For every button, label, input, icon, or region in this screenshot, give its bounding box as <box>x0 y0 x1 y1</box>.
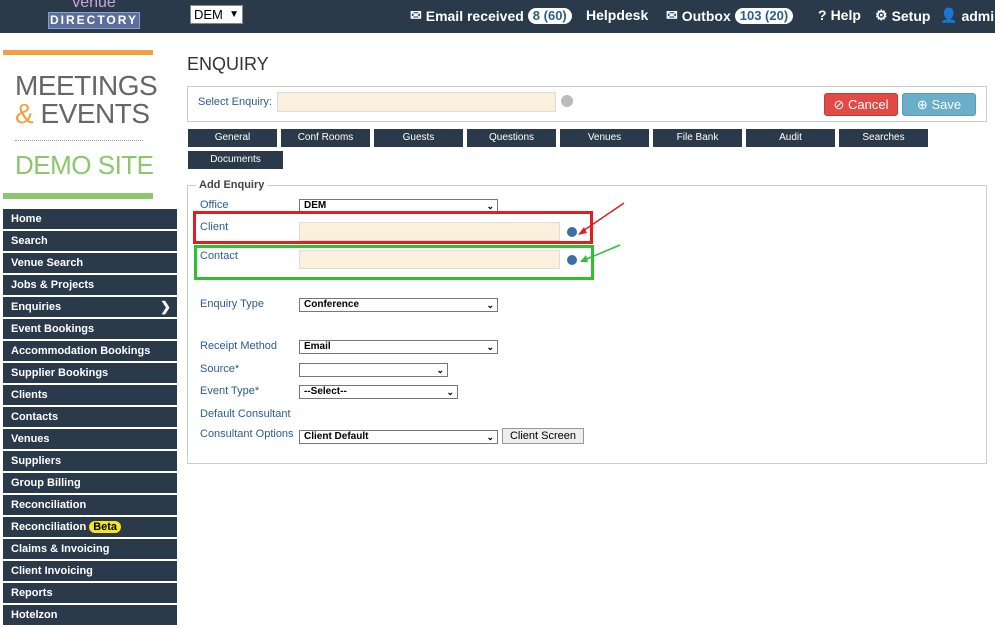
consultant-options-dropdown[interactable]: Client Default ⌄ <box>299 430 498 444</box>
chevron-down-icon: ⌄ <box>446 387 454 397</box>
brand-dotted-divider <box>15 140 143 141</box>
red-arrow <box>579 202 625 234</box>
select-enquiry-label: Select Enquiry: <box>198 96 272 108</box>
receipt-method-label: Receipt Method <box>200 340 278 352</box>
sidebar-item-event-bookings[interactable]: Event Bookings <box>3 319 177 339</box>
helpdesk-label: Helpdesk <box>586 7 649 23</box>
tab-audit[interactable]: Audit <box>746 129 835 147</box>
tab-conf-rooms[interactable]: Conf Rooms <box>281 129 370 147</box>
green-arrow <box>581 244 621 262</box>
setup-link[interactable]: ⚙ Setup <box>875 7 930 24</box>
brand-ampersand: & <box>15 98 34 129</box>
tab-file-bank[interactable]: File Bank <box>653 129 742 147</box>
brand-divider-orange <box>3 50 153 55</box>
outbox-link[interactable]: ✉ Outbox 103 (20) <box>666 7 794 24</box>
green-arrowhead <box>580 255 588 262</box>
office-selector-value: DEM <box>194 7 223 22</box>
add-enquiry-legend: Add Enquiry <box>196 179 268 191</box>
top-navbar: venue DIRECTORY DEM ▼ ✉ Email received 8… <box>0 0 995 33</box>
enquiry-type-label: Enquiry Type <box>200 298 265 310</box>
sidebar-item-client-invoicing[interactable]: Client Invoicing <box>3 561 177 581</box>
red-arrowhead <box>578 227 587 235</box>
sidebar-item-venue-search[interactable]: Venue Search <box>3 253 177 273</box>
sidebar-item-suppliers[interactable]: Suppliers <box>3 451 177 471</box>
office-selector[interactable]: DEM ▼ <box>190 5 243 24</box>
client-highlight-box <box>193 211 593 244</box>
chevron-down-icon: ⌄ <box>436 365 444 375</box>
sidebar-item-venues[interactable]: Venues <box>3 429 177 449</box>
outbox-count-badge: 103 (20) <box>734 7 794 24</box>
logo-bottom-text: DIRECTORY <box>48 12 140 29</box>
sidebar-item-claims-invoicing[interactable]: Claims & Invoicing <box>3 539 177 559</box>
helpdesk-link[interactable]: Helpdesk <box>586 7 648 23</box>
receipt-method-dropdown[interactable]: Email ⌄ <box>299 340 498 354</box>
tab-guests[interactable]: Guests <box>374 129 463 147</box>
tab-documents[interactable]: Documents <box>188 151 283 169</box>
question-circle-icon: ? <box>818 7 827 23</box>
admin-user-link[interactable]: 👤 admin <box>940 7 995 24</box>
sidebar-nav: Home Search Venue Search Jobs & Projects… <box>3 209 177 627</box>
office-label: Office <box>200 199 229 211</box>
contact-highlight-box <box>194 245 594 280</box>
cancel-button[interactable]: ⊘ Cancel <box>824 93 898 116</box>
help-label: Help <box>830 7 861 23</box>
sidebar-item-home[interactable]: Home <box>3 209 177 229</box>
sidebar-item-group-billing[interactable]: Group Billing <box>3 473 177 493</box>
enquiry-type-dropdown[interactable]: Conference ⌄ <box>299 298 498 312</box>
annotation-arrows <box>578 202 625 262</box>
chevron-right-icon: ❯ <box>160 299 171 314</box>
help-link[interactable]: ? Help <box>818 7 861 23</box>
brand-divider-green <box>3 193 153 199</box>
sidebar-item-contacts[interactable]: Contacts <box>3 407 177 427</box>
default-consultant-label: Default Consultant <box>200 408 291 420</box>
sidebar-item-jobs-projects[interactable]: Jobs & Projects <box>3 275 177 295</box>
email-received-label: Email received <box>425 7 524 24</box>
gear-icon: ⚙ <box>875 7 888 23</box>
tab-general[interactable]: General <box>188 129 277 147</box>
consultant-options-label: Consultant Options <box>200 428 294 440</box>
logo-top-text: venue <box>72 0 116 11</box>
venue-directory-logo[interactable]: venue DIRECTORY <box>48 0 140 30</box>
page-title: ENQUIRY <box>187 54 269 74</box>
sidebar-item-search[interactable]: Search <box>3 231 177 251</box>
sidebar-item-clients[interactable]: Clients <box>3 385 177 405</box>
brand-line1: MEETINGS <box>15 70 158 101</box>
sidebar-item-enquiries[interactable]: Enquiries ❯ <box>3 297 177 317</box>
select-enquiry-input[interactable] <box>277 92 556 112</box>
user-icon: 👤 <box>940 7 958 23</box>
email-received-link[interactable]: ✉ Email received 8 (60) <box>410 7 572 24</box>
admin-label: admin <box>961 7 995 24</box>
envelope-icon: ✉ <box>410 7 422 23</box>
source-dropdown[interactable]: ⌄ <box>299 363 448 377</box>
email-count-badge: 8 (60) <box>527 7 572 24</box>
beta-badge: Beta <box>89 521 122 533</box>
brand-demo-site: DEMO SITE <box>15 150 154 180</box>
envelope-icon: ✉ <box>666 7 678 23</box>
tab-searches[interactable]: Searches <box>839 129 928 147</box>
setup-label: Setup <box>891 7 931 24</box>
chevron-down-icon: ⌄ <box>486 432 494 442</box>
brand-meetings-events: MEETINGS & EVENTS <box>15 70 158 129</box>
sidebar-item-reconciliation[interactable]: Reconciliation <box>3 495 177 515</box>
chevron-down-icon: ⌄ <box>486 300 494 310</box>
tab-questions[interactable]: Questions <box>467 129 556 147</box>
lookup-icon[interactable] <box>561 95 573 107</box>
chevron-down-icon: ▼ <box>229 9 239 20</box>
sidebar-item-reports[interactable]: Reports <box>3 583 177 603</box>
save-button[interactable]: ⊕ Save <box>902 93 976 116</box>
select-enquiry-bar: Select Enquiry: ⊘ Cancel ⊕ Save <box>187 86 987 122</box>
sidebar-item-hotelzon[interactable]: Hotelzon <box>3 605 177 625</box>
tab-venues[interactable]: Venues <box>560 129 649 147</box>
sidebar-item-accommodation-bookings[interactable]: Accommodation Bookings <box>3 341 177 361</box>
event-type-label: Event Type* <box>200 385 260 397</box>
brand-line2: EVENTS <box>40 98 150 129</box>
client-screen-button[interactable]: Client Screen <box>502 428 584 444</box>
event-type-dropdown[interactable]: --Select-- ⌄ <box>299 385 458 399</box>
chevron-down-icon: ⌄ <box>486 342 494 352</box>
outbox-label: Outbox <box>681 7 731 24</box>
sidebar-item-supplier-bookings[interactable]: Supplier Bookings <box>3 363 177 383</box>
sidebar-item-reconciliation-beta[interactable]: Reconciliation Beta <box>3 517 177 537</box>
source-label: Source* <box>200 363 240 375</box>
